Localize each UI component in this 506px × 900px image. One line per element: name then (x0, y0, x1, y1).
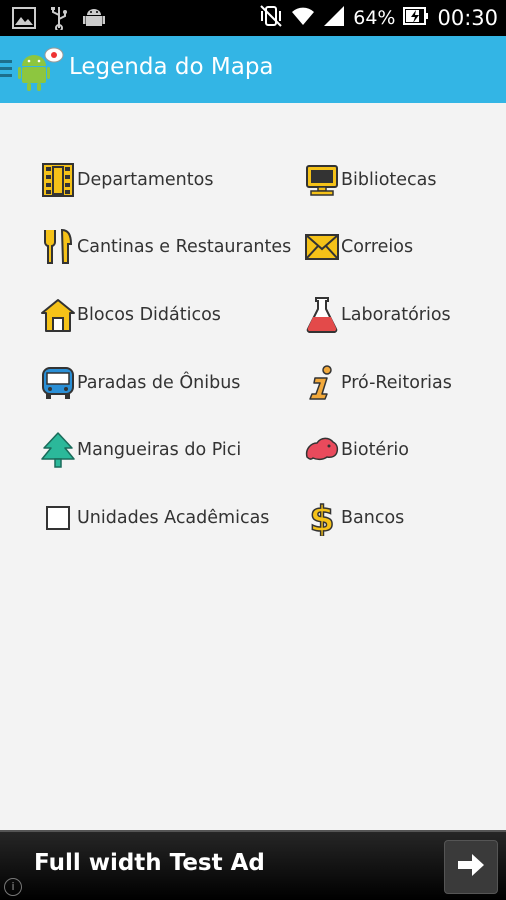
legend-label: Bancos (341, 508, 405, 528)
legend-label: Biotério (341, 440, 409, 460)
house-icon (41, 297, 75, 333)
mail-icon (305, 229, 339, 265)
legend-label: Paradas de Ônibus (77, 373, 241, 393)
legend-label: Cantinas e Restaurantes (77, 237, 292, 257)
legend-item-bibliotecas[interactable]: Bibliotecas (305, 160, 437, 200)
ad-banner[interactable]: Full width Test Ad i (0, 830, 506, 900)
legend-label: Pró-Reitorias (341, 373, 452, 393)
building-icon (41, 162, 75, 198)
legend-label: Unidades Acadêmicas (77, 508, 270, 528)
image-icon (12, 7, 36, 33)
ad-text[interactable]: Full width Test Ad (34, 850, 265, 876)
battery-charging-icon (403, 6, 429, 30)
legend-item-paradas[interactable]: Paradas de Ônibus (41, 363, 240, 403)
dollar-icon: $ (305, 500, 339, 536)
legend-label: Mangueiras do Pici (77, 440, 242, 460)
signal-icon (323, 5, 345, 31)
status-bar: 64% 00:30 (0, 0, 506, 36)
computer-icon (305, 162, 339, 198)
action-bar: Legenda do Mapa (0, 36, 506, 103)
drawer-menu-icon[interactable] (0, 60, 12, 81)
battery-percentage: 64% (353, 7, 396, 29)
flask-icon (305, 297, 339, 333)
arrow-right-icon (456, 852, 486, 882)
legend-item-unidades[interactable]: Unidades Acadêmicas (41, 498, 269, 538)
page-title: Legenda do Mapa (69, 54, 274, 80)
legend-label: Blocos Didáticos (77, 305, 221, 325)
rat-icon (305, 432, 339, 468)
wifi-icon (291, 5, 315, 31)
info-icon (305, 365, 339, 401)
app-logo-icon[interactable] (18, 46, 66, 92)
legend-label: Correios (341, 237, 414, 257)
legend-item-bancos[interactable]: $ Bancos (305, 498, 405, 538)
legend-item-laboratorios[interactable]: Laboratórios (305, 295, 451, 335)
ad-info-icon[interactable]: i (4, 878, 22, 896)
vibrate-icon (259, 4, 283, 32)
usb-icon (50, 6, 68, 34)
legend-item-correios[interactable]: Correios (305, 227, 413, 267)
legend-label: Laboratórios (341, 305, 451, 325)
legend-item-bioterio[interactable]: Biotério (305, 430, 409, 470)
svg-text:$: $ (309, 500, 334, 536)
legend-label: Bibliotecas (341, 170, 437, 190)
fork-knife-icon (41, 229, 75, 265)
legend-item-blocos[interactable]: Blocos Didáticos (41, 295, 221, 335)
ad-arrow-button[interactable] (444, 840, 498, 894)
checkbox-icon (41, 500, 75, 536)
legend-item-cantinas[interactable]: Cantinas e Restaurantes (41, 227, 291, 267)
legend-item-mangueiras[interactable]: Mangueiras do Pici (41, 430, 241, 470)
android-debug-icon (82, 6, 106, 34)
tree-icon (41, 432, 75, 468)
legend-label: Departamentos (77, 170, 214, 190)
bus-icon (41, 365, 75, 401)
clock: 00:30 (437, 6, 498, 30)
legend-item-departamentos[interactable]: Departamentos (41, 160, 213, 200)
legend-item-pro-reitorias[interactable]: Pró-Reitorias (305, 363, 452, 403)
